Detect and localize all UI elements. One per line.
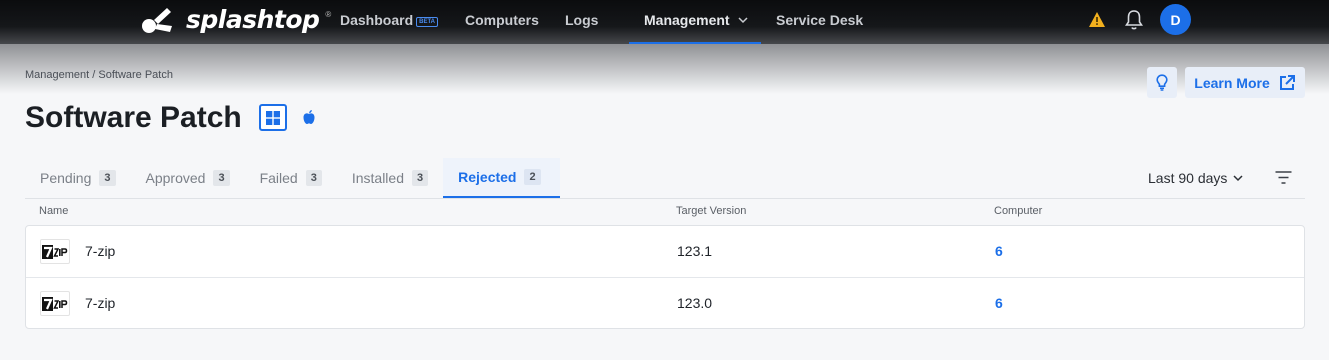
date-range-label: Last 90 days xyxy=(1148,170,1228,186)
tab-count: 3 xyxy=(412,170,429,186)
splashtop-logo-icon xyxy=(142,8,172,33)
tab-approved[interactable]: Approved 3 xyxy=(131,158,245,198)
nav-service-desk[interactable]: Service Desk xyxy=(776,12,863,28)
lightbulb-icon xyxy=(1156,74,1168,91)
nav-management-label: Management xyxy=(644,12,730,28)
filter-icon[interactable] xyxy=(1275,170,1292,185)
app-name: 7-zip xyxy=(85,243,116,259)
column-name: Name xyxy=(39,205,69,217)
7zip-logo xyxy=(42,244,68,259)
learn-more-label: Learn More xyxy=(1194,74,1270,91)
tab-label: Pending xyxy=(40,170,92,186)
target-version: 123.0 xyxy=(677,295,713,311)
tab-label: Approved xyxy=(145,170,206,186)
tab-label: Installed xyxy=(351,170,404,186)
tips-button[interactable] xyxy=(1147,67,1177,98)
app-name: 7-zip xyxy=(85,295,116,311)
tab-label: Rejected xyxy=(458,169,517,185)
nav-dashboard[interactable]: Dashboard BETA xyxy=(340,12,439,28)
tab-count: 3 xyxy=(99,170,116,186)
beta-badge: BETA xyxy=(416,17,439,27)
patch-table: 7-zip 123.1 6 7-zip 123.0 6 xyxy=(25,225,1305,329)
tab-label: Failed xyxy=(259,170,298,186)
tab-installed[interactable]: Installed 3 xyxy=(337,158,443,198)
tabs-divider xyxy=(25,198,1305,199)
tab-failed[interactable]: Failed 3 xyxy=(245,158,337,198)
breadcrumb[interactable]: Management / Software Patch xyxy=(25,69,173,81)
7zip-icon xyxy=(40,239,70,264)
nav-dashboard-label: Dashboard xyxy=(340,12,414,28)
chevron-down-icon xyxy=(1233,174,1243,181)
target-version: 123.1 xyxy=(677,243,713,259)
page-title: Software Patch xyxy=(25,101,242,134)
top-shadow xyxy=(0,44,1329,94)
status-tabs: Pending 3 Approved 3 Failed 3 Installed … xyxy=(25,158,560,198)
chevron-down-icon xyxy=(738,17,748,24)
nav-management[interactable]: Management xyxy=(644,12,748,28)
tab-pending[interactable]: Pending 3 xyxy=(25,158,131,198)
column-computer: Computer xyxy=(994,205,1043,217)
external-link-icon xyxy=(1279,74,1295,90)
date-range-dropdown[interactable]: Last 90 days xyxy=(1148,170,1243,186)
7zip-logo xyxy=(42,296,68,311)
tab-rejected[interactable]: Rejected 2 xyxy=(443,158,560,198)
windows-icon xyxy=(266,110,280,125)
computer-count-link[interactable]: 6 xyxy=(995,295,1003,311)
nav-logs[interactable]: Logs xyxy=(565,12,598,28)
learn-more-button[interactable]: Learn More xyxy=(1185,67,1305,98)
brand-registered: ® xyxy=(325,10,332,19)
top-nav-bar: splashtop ® Dashboard BETA Computers Logs… xyxy=(0,0,1329,44)
table-row[interactable]: 7-zip 123.0 6 xyxy=(26,277,1304,328)
tab-count: 2 xyxy=(524,169,541,185)
tab-count: 3 xyxy=(305,170,322,186)
brand-name: splashtop xyxy=(186,4,320,34)
table-row[interactable]: 7-zip 123.1 6 xyxy=(26,226,1304,277)
nav-computers[interactable]: Computers xyxy=(465,12,539,28)
tab-count: 3 xyxy=(213,170,230,186)
nav-active-indicator xyxy=(629,42,761,44)
user-avatar[interactable]: D xyxy=(1160,4,1191,35)
computer-count-link[interactable]: 6 xyxy=(995,243,1003,259)
warning-icon[interactable] xyxy=(1088,11,1106,28)
windows-filter-toggle[interactable] xyxy=(259,104,287,131)
table-header: Name Target Version Computer xyxy=(25,205,1305,221)
column-target-version: Target Version xyxy=(676,205,747,217)
7zip-icon xyxy=(40,291,70,316)
bell-icon[interactable] xyxy=(1124,9,1144,31)
apple-icon[interactable] xyxy=(302,109,316,125)
splashtop-logo[interactable]: splashtop ® xyxy=(140,4,331,34)
